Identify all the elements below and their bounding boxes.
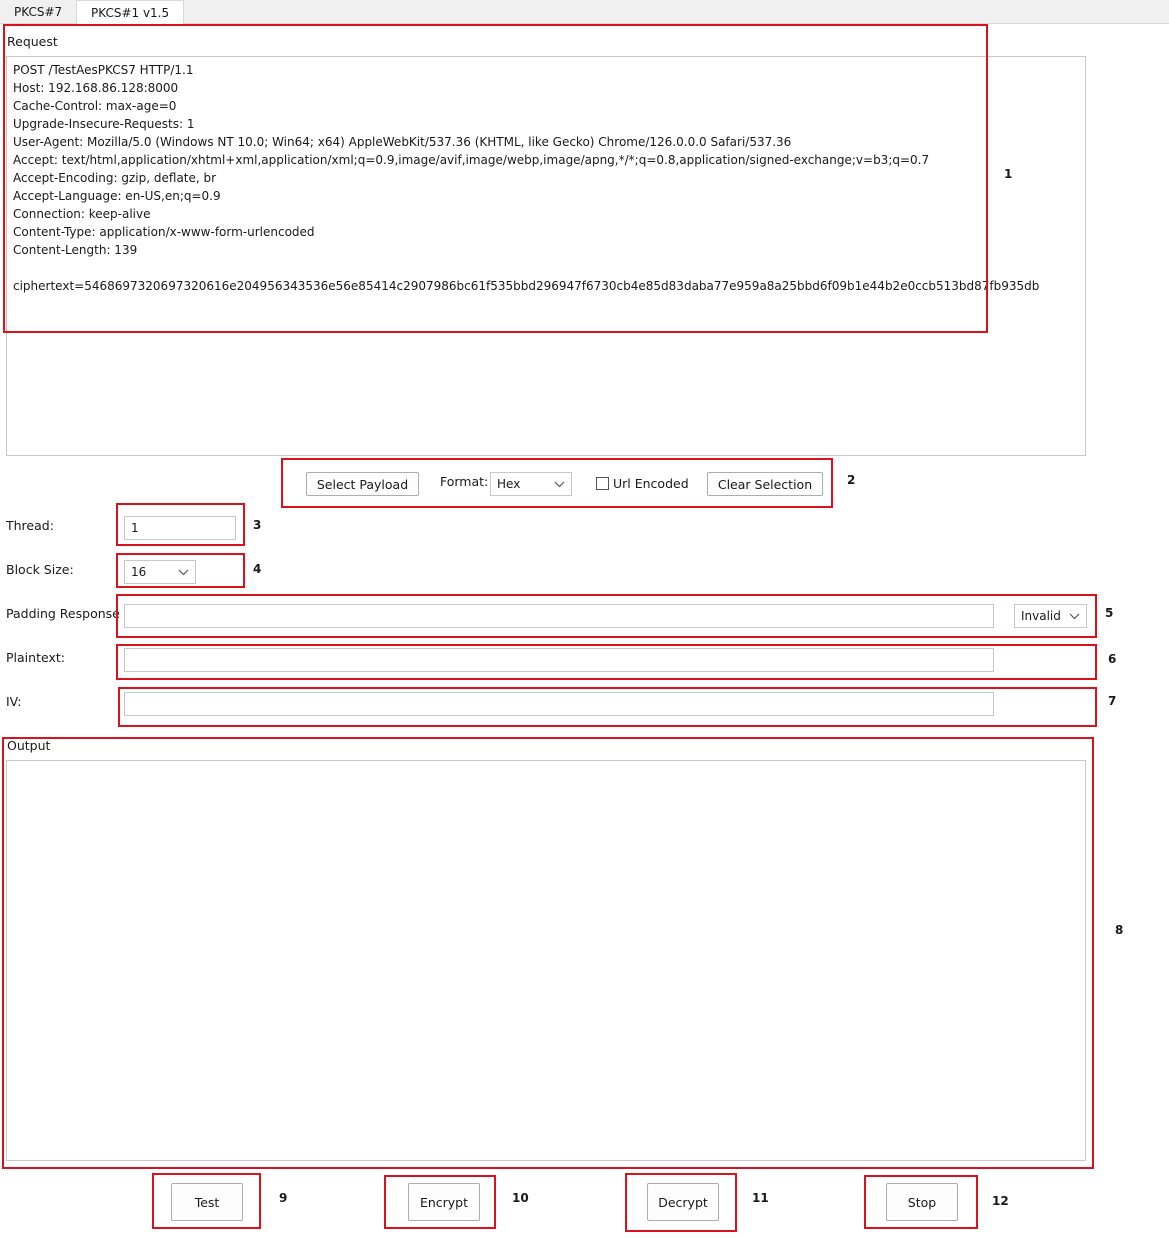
request-label: Request [7,34,58,49]
iv-label: IV: [6,694,22,709]
tab-pkcs7[interactable]: PKCS#7 [0,0,76,24]
plaintext-input[interactable] [124,648,994,672]
decrypt-button[interactable]: Decrypt [647,1183,719,1221]
stop-button[interactable]: Stop [886,1183,958,1221]
padding-response-input[interactable] [124,604,994,628]
annotation-number-9: 9 [279,1191,288,1205]
chevron-down-icon [554,481,565,487]
annotation-number-11: 11 [752,1191,769,1205]
annotation-number-10: 10 [512,1191,529,1205]
format-select[interactable]: Hex [490,472,572,496]
test-button[interactable]: Test [171,1183,243,1221]
format-select-value: Hex [497,477,521,491]
annotation-number-4: 4 [253,562,262,576]
encrypt-button[interactable]: Encrypt [408,1183,480,1221]
block-size-select[interactable]: 16 [124,560,196,584]
annotation-number-6: 6 [1108,652,1117,666]
padding-response-mode-value: Invalid [1021,609,1061,623]
padding-response-label: Padding Response [6,606,120,621]
annotation-number-8: 8 [1115,923,1124,937]
padding-response-mode-select[interactable]: Invalid [1014,604,1087,628]
thread-input[interactable]: 1 [124,516,236,540]
iv-input[interactable] [124,692,994,716]
block-size-label: Block Size: [6,562,74,577]
chevron-down-icon [1069,613,1080,619]
annotation-number-2: 2 [847,473,856,487]
tab-pkcs1-v15[interactable]: PKCS#1 v1.5 [76,0,185,25]
chevron-down-icon [178,569,189,575]
url-encoded-label: Url Encoded [613,476,689,491]
block-size-value: 16 [131,565,147,579]
annotation-number-7: 7 [1108,694,1117,708]
annotation-number-12: 12 [992,1194,1009,1208]
url-encoded-checkbox[interactable] [596,477,609,490]
format-label: Format: [440,474,489,489]
output-textarea[interactable] [6,760,1086,1161]
clear-selection-button[interactable]: Clear Selection [707,472,823,496]
select-payload-button[interactable]: Select Payload [306,472,419,496]
plaintext-label: Plaintext: [6,650,65,665]
annotation-number-3: 3 [253,518,262,532]
output-label: Output [7,738,51,753]
request-textarea[interactable]: POST /TestAesPKCS7 HTTP/1.1 Host: 192.16… [6,56,1086,456]
thread-label: Thread: [6,518,54,533]
annotation-number-5: 5 [1105,606,1114,620]
annotation-number-1: 1 [1004,167,1013,181]
